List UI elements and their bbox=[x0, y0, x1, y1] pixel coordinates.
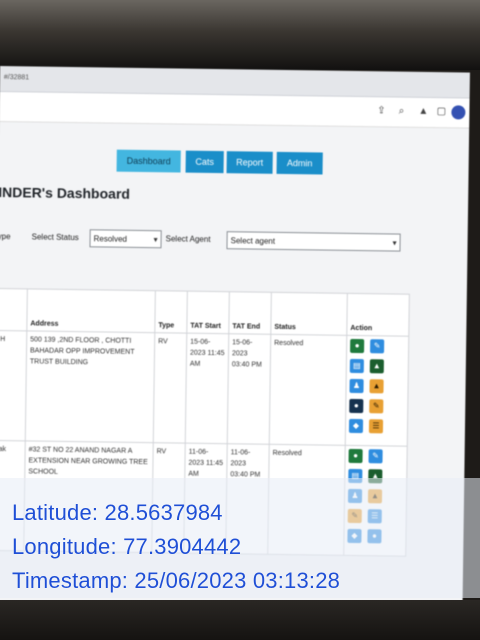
header-tat-start: TAT Start bbox=[186, 291, 230, 334]
share-icon[interactable]: ⇪ bbox=[375, 105, 387, 117]
table-header-row: Address Type TAT Start TAT End Status Ac… bbox=[0, 288, 410, 337]
type-select-fragment[interactable]: ype bbox=[0, 228, 11, 246]
info-icon[interactable]: ● bbox=[349, 398, 364, 414]
warning-icon[interactable]: ▲ bbox=[369, 359, 384, 374]
tools-icon[interactable]: ✎ bbox=[369, 399, 384, 414]
page-title: INDER's Dashboard bbox=[0, 183, 131, 202]
nav-cats-button[interactable]: Cats bbox=[185, 150, 224, 174]
search-icon[interactable]: ⌕ bbox=[395, 106, 407, 118]
header-type: Type bbox=[154, 290, 188, 334]
edit-icon[interactable]: ✎ bbox=[368, 449, 383, 464]
nav-admin-button[interactable]: Admin bbox=[276, 151, 323, 175]
header-tat-end: TAT End bbox=[228, 291, 272, 335]
cell-id: H bbox=[0, 330, 27, 441]
status-filter-label: Select Status bbox=[31, 232, 79, 243]
location-icon[interactable]: ◆ bbox=[348, 418, 364, 434]
list-icon[interactable]: ☰ bbox=[368, 419, 384, 434]
bell-action-icon[interactable]: ▲ bbox=[369, 379, 384, 394]
cell-tat-start: 15-06-2023 11:45 AM bbox=[185, 333, 229, 444]
status-select[interactable]: Resolved bbox=[89, 229, 162, 249]
agent-filter-label: Select Agent bbox=[165, 234, 211, 244]
filter-row: ype Select Status Resolved Select Agent … bbox=[0, 228, 468, 253]
longitude-text: Longitude: 77.3904442 bbox=[12, 534, 242, 559]
header-action: Action bbox=[346, 293, 410, 337]
user-icon[interactable]: ♟ bbox=[349, 378, 364, 394]
bell-icon[interactable]: ▲ bbox=[417, 106, 429, 118]
agent-select[interactable]: Select agent bbox=[226, 231, 401, 252]
edit-icon[interactable]: ✎ bbox=[370, 339, 385, 354]
profile-icon[interactable] bbox=[451, 105, 466, 120]
action-group: ● ✎ ▤ ▲ ♟ ▲ ● ✎ ◆ ☰ bbox=[348, 338, 398, 440]
nav-dashboard-button[interactable]: Dashboard bbox=[116, 149, 181, 173]
monitor-bezel-top bbox=[0, 0, 480, 70]
cell-actions: ● ✎ ▤ ▲ ♟ ▲ ● ✎ ◆ ☰ bbox=[345, 335, 409, 447]
header-address: Address bbox=[26, 288, 156, 333]
view-icon[interactable]: ● bbox=[350, 338, 365, 354]
monitor-bezel-bottom bbox=[0, 600, 480, 640]
cell-status: Resolved bbox=[269, 334, 347, 446]
view-icon[interactable]: ● bbox=[348, 448, 363, 464]
latitude-text: Latitude: 28.5637984 bbox=[12, 500, 223, 525]
header-id bbox=[0, 288, 28, 331]
address-text: #/32881 bbox=[3, 74, 30, 82]
cell-tat-end: 15-06-2023 03:40 PM bbox=[227, 333, 271, 445]
table-row: H 500 139 ,2ND FLOOR , CHOTTI BAHADAR OP… bbox=[0, 330, 409, 447]
timestamp-text: Timestamp: 25/06/2023 03:13:28 bbox=[12, 568, 341, 593]
document-icon[interactable]: ▤ bbox=[349, 358, 364, 374]
browser-toolbar: ⇪ ⌕ ▲ ▢ bbox=[0, 91, 470, 129]
cell-type: RV bbox=[153, 332, 187, 444]
header-status: Status bbox=[270, 292, 348, 336]
cell-address: 500 139 ,2ND FLOOR , CHOTTI BAHADAR OPP … bbox=[25, 330, 155, 443]
nav-report-button[interactable]: Report bbox=[226, 151, 273, 174]
window-icon[interactable]: ▢ bbox=[435, 106, 447, 118]
